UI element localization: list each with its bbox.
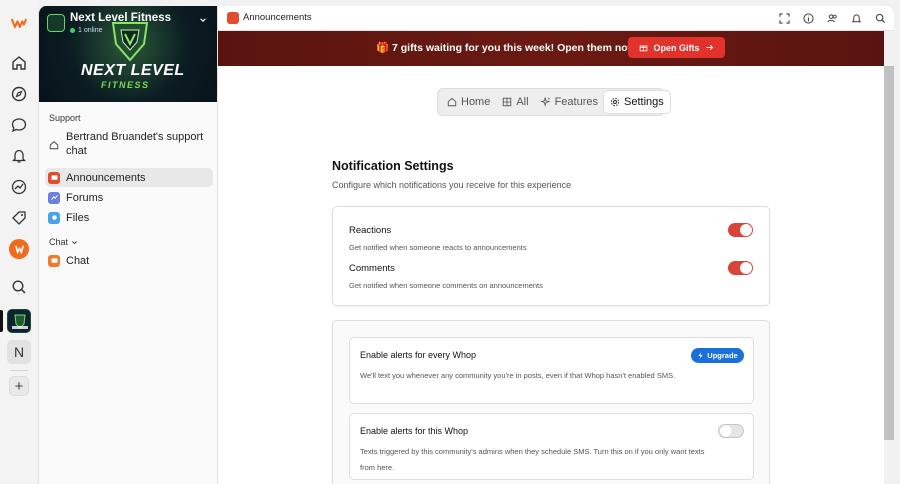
support-section-header: Support — [49, 113, 81, 123]
sidebar-item-files[interactable]: Files — [45, 208, 213, 227]
settings-heading: Notification Settings — [332, 159, 454, 173]
house-icon — [48, 139, 60, 151]
community-sidebar: Next Level Fitness 1 online NEXT LEVEL F… — [38, 6, 218, 484]
alerts-every-whop-description: We'll text you whenever any community yo… — [360, 371, 676, 380]
community-banner[interactable]: Next Level Fitness 1 online NEXT LEVEL F… — [39, 6, 217, 102]
bell-icon[interactable] — [851, 11, 862, 29]
announcements-icon — [227, 12, 239, 24]
scrollbar-thumb[interactable] — [884, 66, 894, 440]
gift-icon — [640, 45, 648, 52]
reactions-description: Get notified when someone reacts to anno… — [349, 243, 527, 252]
rail-divider — [10, 370, 28, 371]
tag-icon[interactable] — [7, 206, 31, 230]
chat-section-header[interactable]: Chat — [49, 237, 78, 247]
alerts-this-whop-title: Enable alerts for this Whop — [360, 426, 469, 436]
whop-app-icon[interactable] — [9, 239, 29, 259]
page-title: Announcements — [243, 12, 312, 23]
online-count: 1 online — [70, 27, 103, 34]
files-icon — [48, 211, 60, 224]
alerts-this-whop-description: Texts triggered by this community's admi… — [360, 447, 705, 472]
open-gifts-label: Open Gifts — [653, 42, 700, 53]
top-bar: Announcements — [218, 6, 894, 31]
home-icon — [447, 97, 457, 107]
settings-subheading: Configure which notifications you receiv… — [332, 180, 572, 190]
comments-toggle[interactable] — [728, 261, 753, 275]
open-gifts-button[interactable]: Open Gifts — [628, 37, 725, 58]
sidebar-item-label: Chat — [66, 254, 90, 267]
sidebar-item-support-chat[interactable]: Bertrand Bruandet's support chat — [45, 130, 213, 160]
tab-label: Settings — [624, 96, 664, 108]
app-rail: N + — [0, 0, 38, 484]
bell-icon[interactable] — [7, 144, 31, 168]
info-icon[interactable] — [803, 11, 814, 29]
sidebar-item-forums[interactable]: Forums — [45, 188, 213, 207]
reactions-toggle[interactable] — [728, 223, 753, 237]
gear-icon — [610, 97, 620, 107]
grid-icon — [503, 97, 512, 107]
gift-banner: 🎁 7 gifts waiting for you this week! Ope… — [218, 31, 884, 66]
chevron-down-icon — [72, 240, 77, 244]
messages-icon[interactable] — [7, 113, 31, 137]
comments-description: Get notified when someone comments on an… — [349, 281, 543, 290]
tab-settings[interactable]: Settings — [604, 91, 670, 113]
banner-text-line2: FITNESS — [101, 80, 150, 90]
shield-logo-icon — [111, 22, 149, 62]
community-n-avatar[interactable]: N — [7, 340, 31, 364]
community-name: Next Level Fitness — [70, 12, 171, 24]
main-content: Home All Features Settings Notification … — [218, 66, 884, 484]
upgrade-button[interactable]: Upgrade — [691, 348, 744, 363]
sidebar-item-announcements[interactable]: Announcements — [45, 168, 213, 187]
tab-label: Features — [554, 96, 598, 108]
sidebar-item-chat[interactable]: Chat — [45, 251, 213, 270]
banner-text-line1: NEXT LEVEL — [81, 62, 185, 79]
chat-icon — [48, 254, 60, 267]
topbar-tools — [779, 11, 886, 29]
view-tabs: Home All Features Settings — [437, 88, 670, 116]
search-icon[interactable] — [7, 275, 31, 299]
tab-home[interactable]: Home — [441, 91, 496, 113]
sidebar-item-label: Bertrand Bruandet's support chat — [66, 131, 204, 157]
tab-features[interactable]: Features — [535, 91, 604, 113]
compass-icon[interactable] — [7, 82, 31, 106]
online-text: 1 online — [78, 27, 103, 34]
alerts-this-whop-card: Enable alerts for this Whop Texts trigge… — [349, 413, 754, 480]
chat-section-label: Chat — [49, 237, 69, 247]
sidebar-item-label: Announcements — [66, 171, 146, 184]
search-icon[interactable] — [875, 11, 886, 29]
alerts-this-whop-toggle[interactable] — [718, 424, 744, 438]
gift-banner-text: 🎁 7 gifts waiting for you this week! Ope… — [376, 42, 639, 54]
tab-all[interactable]: All — [496, 91, 534, 113]
alerts-every-whop-card: Enable alerts for every Whop We'll text … — [349, 337, 754, 404]
members-icon[interactable] — [827, 11, 838, 29]
upgrade-label: Upgrade — [707, 351, 738, 360]
chart-icon[interactable] — [7, 175, 31, 199]
sparkle-icon — [540, 97, 551, 107]
sidebar-item-label: Forums — [66, 191, 104, 204]
chevron-down-icon[interactable] — [199, 16, 207, 26]
reactions-title: Reactions — [349, 225, 392, 236]
tab-label: Home — [461, 96, 491, 108]
notification-card: Reactions Get notified when someone reac… — [332, 206, 770, 306]
comments-title: Comments — [349, 263, 395, 274]
home-icon[interactable] — [7, 51, 31, 75]
forums-icon — [48, 191, 60, 204]
active-indicator — [0, 310, 3, 332]
arrow-right-icon — [706, 44, 713, 51]
lightning-icon — [698, 352, 703, 359]
announcements-icon — [48, 171, 60, 184]
add-community-button[interactable]: + — [9, 376, 29, 396]
alerts-every-whop-title: Enable alerts for every Whop — [360, 350, 477, 360]
expand-icon[interactable] — [779, 11, 790, 29]
sms-alerts-card: Enable alerts for every Whop We'll text … — [332, 320, 770, 484]
online-dot-icon — [70, 28, 75, 33]
sidebar-item-label: Files — [66, 211, 90, 224]
tab-label: All — [516, 96, 529, 108]
whop-logo-icon[interactable] — [7, 11, 31, 35]
community-logo — [47, 14, 65, 32]
community-thumbnail[interactable] — [7, 309, 31, 333]
